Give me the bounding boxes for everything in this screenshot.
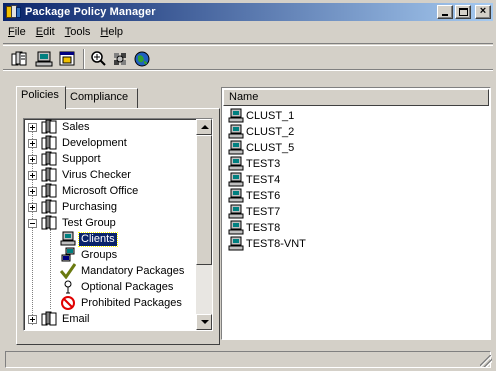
list-item[interactable]: TEST6 (228, 188, 280, 204)
computer-icon (228, 172, 244, 187)
list-item[interactable]: TEST7 (228, 204, 280, 220)
groups-icon (61, 247, 75, 262)
menu-bar: File Edit Tools Help (3, 23, 128, 41)
clients-icon (60, 231, 76, 246)
chevron-down-icon (201, 320, 209, 324)
policy-book-icon (41, 199, 57, 214)
computer-icon (35, 51, 53, 67)
checkmark-icon (60, 263, 76, 279)
minimize-icon (442, 14, 448, 16)
computer-icon (228, 204, 244, 219)
policy-book-icon (41, 311, 57, 326)
expand-icon[interactable] (28, 186, 37, 196)
expand-icon[interactable] (28, 154, 37, 164)
list-item[interactable]: CLUST_2 (228, 124, 294, 140)
policy-tree[interactable]: Sales Development Support Virus Checker … (23, 118, 213, 331)
status-bar (3, 350, 493, 368)
expand-icon[interactable] (28, 170, 37, 180)
tree-item[interactable]: Groups (60, 247, 119, 263)
tree-item[interactable]: Purchasing (28, 199, 119, 215)
computer-icon (228, 108, 244, 123)
policy-book-icon (41, 135, 57, 150)
client-list[interactable]: Name CLUST_1 CLUST_2 CLUST_5 TEST3 TEST4 (221, 87, 491, 340)
policy-book-icon (41, 215, 57, 230)
tools-button[interactable] (111, 50, 133, 70)
tree-scrollbar[interactable] (196, 119, 212, 330)
collapse-icon[interactable] (28, 218, 37, 228)
policy-book-icon (41, 119, 57, 134)
tree-item[interactable]: Microsoft Office (28, 183, 140, 199)
menu-file[interactable]: File (3, 24, 31, 40)
close-icon: × (479, 5, 487, 17)
computer-button[interactable] (34, 50, 56, 70)
expand-icon[interactable] (28, 138, 37, 148)
new-policy-icon (11, 51, 27, 66)
computer-icon (228, 188, 244, 203)
computer-icon (228, 124, 244, 139)
maximize-icon (459, 8, 468, 16)
resize-grip-icon[interactable] (480, 355, 492, 367)
title-bar[interactable]: Package Policy Manager × (3, 3, 493, 21)
computer-icon (228, 236, 244, 251)
left-pane: Policies Compliance Sales Development Su… (16, 86, 220, 345)
optional-icon (64, 280, 72, 294)
app-window: Package Policy Manager × File Edit Tools… (0, 0, 496, 371)
policy-book-icon (41, 151, 57, 166)
close-button[interactable]: × (475, 5, 491, 19)
expand-icon[interactable] (28, 122, 37, 132)
tools-icon (114, 53, 126, 65)
new-policy-button[interactable] (10, 50, 32, 70)
scroll-up-button[interactable] (196, 119, 212, 135)
menu-tools[interactable]: Tools (60, 24, 96, 40)
list-item[interactable]: TEST3 (228, 156, 280, 172)
scroll-down-button[interactable] (196, 314, 212, 330)
list-item[interactable]: TEST8-VNT (228, 236, 306, 252)
tree-item[interactable]: Prohibited Packages (60, 295, 184, 311)
status-text (5, 351, 491, 368)
tab-compliance[interactable]: Compliance (66, 88, 138, 108)
toolbar (3, 43, 493, 71)
expand-icon[interactable] (28, 202, 37, 212)
globe-button[interactable] (133, 50, 155, 70)
menu-edit[interactable]: Edit (31, 24, 60, 40)
column-header-name[interactable]: Name (223, 89, 489, 106)
policy-book-icon (41, 167, 57, 182)
tree-item[interactable]: Test Group (28, 215, 118, 231)
package-icon (59, 51, 75, 66)
menu-help[interactable]: Help (95, 24, 128, 40)
globe-icon (134, 51, 150, 67)
list-item[interactable]: TEST4 (228, 172, 280, 188)
tree-item[interactable]: Virus Checker (28, 167, 133, 183)
expand-icon[interactable] (28, 314, 37, 324)
tree-item[interactable]: Support (28, 151, 103, 167)
list-item[interactable]: CLUST_5 (228, 140, 294, 156)
tree-item-clients[interactable]: Clients (60, 231, 118, 247)
zoom-button[interactable] (89, 50, 111, 70)
window-title: Package Policy Manager (25, 6, 156, 18)
tab-policies[interactable]: Policies (16, 86, 66, 109)
computer-icon (228, 220, 244, 235)
maximize-button[interactable] (455, 5, 471, 19)
computer-icon (228, 156, 244, 171)
computer-icon (228, 140, 244, 155)
package-button[interactable] (58, 50, 80, 70)
tree-item[interactable]: Email (28, 311, 92, 327)
prohibited-icon (61, 296, 75, 310)
tree-item[interactable]: Mandatory Packages (60, 263, 186, 279)
tree-item[interactable]: Sales (28, 119, 92, 135)
policy-book-icon (41, 183, 57, 198)
minimize-button[interactable] (437, 5, 453, 19)
policies-panel: Sales Development Support Virus Checker … (16, 108, 220, 345)
client-area: Policies Compliance Sales Development Su… (5, 82, 491, 345)
app-icon (6, 5, 22, 19)
zoom-icon (91, 51, 106, 66)
chevron-up-icon (201, 125, 209, 129)
tree-item[interactable]: Optional Packages (60, 279, 175, 295)
list-item[interactable]: CLUST_1 (228, 108, 294, 124)
list-item[interactable]: TEST8 (228, 220, 280, 236)
scroll-thumb[interactable] (196, 135, 212, 265)
tree-item[interactable]: Development (28, 135, 129, 151)
